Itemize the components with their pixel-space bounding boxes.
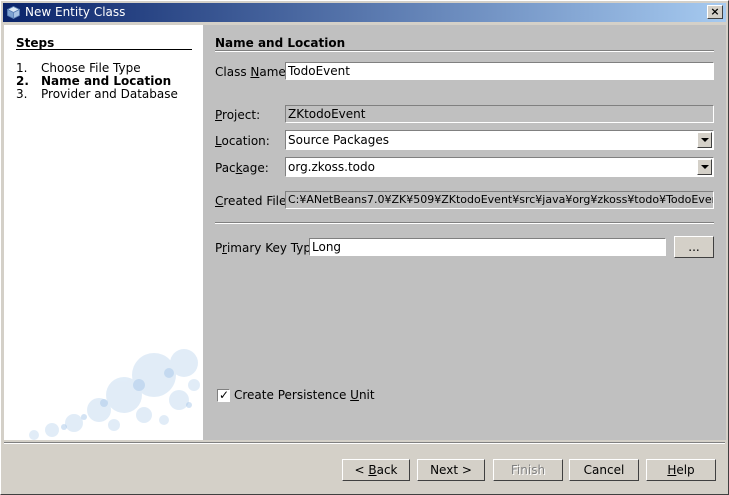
chevron-down-icon[interactable]: [697, 132, 712, 148]
checkmark-icon: ✓: [219, 388, 230, 402]
title-bar[interactable]: New Entity Class ×: [3, 3, 726, 22]
class-name-label: Class Name:: [215, 65, 290, 79]
cancel-button[interactable]: Cancel: [569, 459, 639, 481]
class-name-field[interactable]: TodoEvent: [285, 62, 714, 80]
created-file-field: C:¥ANetBeans7.0¥ZK¥509¥ZKtodoEvent¥src¥j…: [285, 191, 714, 209]
primary-key-type-field[interactable]: Long: [309, 238, 666, 256]
browse-primary-key-button[interactable]: ...: [674, 236, 714, 258]
chevron-down-icon[interactable]: [697, 159, 712, 175]
package-value[interactable]: org.zkoss.todo: [288, 160, 375, 174]
close-icon[interactable]: ×: [707, 5, 723, 19]
step-number: 3.: [16, 87, 28, 101]
package-combobox[interactable]: org.zkoss.todo: [285, 157, 714, 177]
location-value: Source Packages: [288, 133, 390, 147]
project-label: Project:: [215, 108, 261, 122]
decorative-bubbles-image: [29, 349, 200, 440]
create-persistence-unit-label[interactable]: Create Persistence Unit: [234, 388, 375, 402]
package-label: Package:: [215, 161, 269, 175]
panel-title: Name and Location: [215, 36, 346, 50]
footer-divider: [4, 442, 725, 444]
panel-title-divider: [215, 50, 714, 52]
location-dropdown[interactable]: Source Packages: [285, 130, 714, 150]
create-persistence-unit-checkbox[interactable]: ✓: [217, 388, 230, 402]
step-label: Name and Location: [41, 74, 172, 88]
steps-title: Steps: [16, 36, 55, 50]
step-label: Choose File Type: [41, 61, 141, 75]
dialog-window: New Entity Class × Steps 1. Choose File T…: [0, 0, 729, 495]
next-button[interactable]: Next >: [417, 459, 485, 481]
steps-panel: Steps 1. Choose File Type 2. Name and Loca…: [4, 25, 203, 440]
created-file-label: Created File:: [215, 194, 291, 208]
name-and-location-panel: Name and Location Class Name: TodoEvent …: [203, 25, 726, 440]
location-label: Location:: [215, 134, 270, 148]
netbeans-cube-icon: [7, 6, 20, 19]
primary-key-type-label: Primary Key Type:: [215, 241, 323, 255]
step-provider-and-database: 3. Provider and Database: [16, 88, 178, 101]
window-title: New Entity Class: [25, 5, 126, 19]
help-button[interactable]: Help: [646, 459, 716, 481]
back-button[interactable]: < Back: [342, 459, 410, 481]
step-label: Provider and Database: [41, 87, 178, 101]
project-field: ZKtodoEvent: [285, 105, 714, 123]
section-divider: [215, 222, 714, 224]
steps-divider: [16, 49, 192, 50]
finish-button[interactable]: Finish: [493, 459, 563, 481]
